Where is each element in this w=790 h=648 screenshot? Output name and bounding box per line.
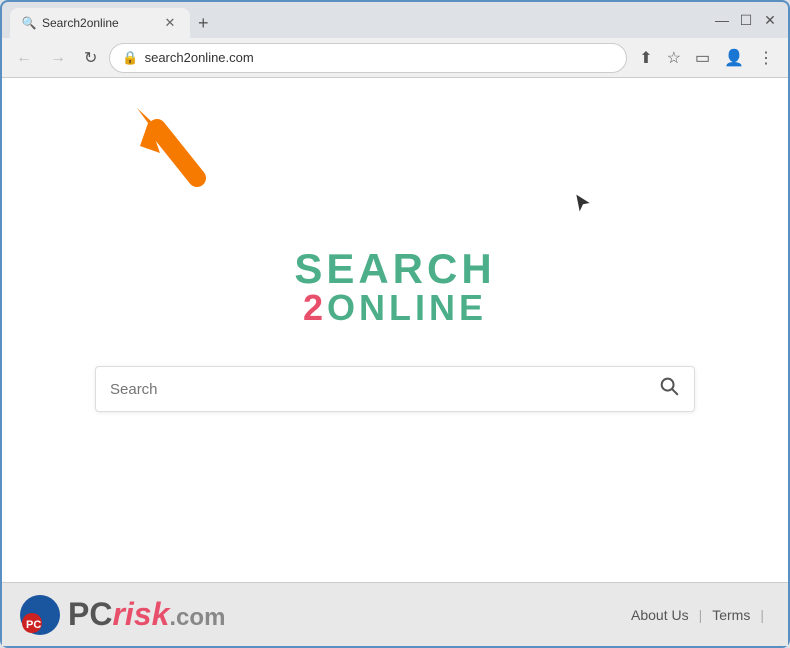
pcrisk-logo: PC PCrisk.com xyxy=(18,593,225,637)
refresh-button[interactable]: ↻ xyxy=(78,44,103,72)
footer-bar: PC PCrisk.com About Us | Terms | xyxy=(2,582,788,646)
profile-button[interactable]: 👤 xyxy=(718,44,750,72)
tab-close-button[interactable]: ✕ xyxy=(162,15,178,31)
footer-divider-2: | xyxy=(760,607,764,623)
pcrisk-text: PCrisk.com xyxy=(68,596,225,633)
extension-button[interactable]: ▭ xyxy=(689,44,716,72)
tab-title: Search2online xyxy=(42,16,119,30)
tab-favicon-icon: 🔍 xyxy=(22,16,36,30)
footer-links: About Us | Terms | xyxy=(631,607,764,623)
arrow-annotation xyxy=(122,98,212,193)
about-us-link[interactable]: About Us xyxy=(631,607,689,623)
menu-button[interactable]: ⋮ xyxy=(752,44,780,72)
search-button[interactable] xyxy=(658,375,680,403)
address-bar-row: ← → ↻ 🔒 ⬆ ☆ ▭ 👤 ⋮ xyxy=(2,38,788,78)
lock-icon: 🔒 xyxy=(122,50,138,66)
logo-online: ONLINE xyxy=(327,287,487,328)
toolbar-icons: ⬆ ☆ ▭ 👤 ⋮ xyxy=(633,44,780,72)
address-bar[interactable]: 🔒 xyxy=(109,43,627,73)
active-tab[interactable]: 🔍 Search2online ✕ xyxy=(10,8,190,38)
logo-search-text: SEARCH xyxy=(294,248,495,290)
cursor xyxy=(573,193,593,218)
svg-text:PC: PC xyxy=(26,619,41,631)
page-content: SEARCH 2ONLINE xyxy=(2,78,788,582)
minimize-button[interactable]: — xyxy=(712,10,732,30)
dotcom-text: .com xyxy=(169,604,225,631)
logo-2online-text: 2ONLINE xyxy=(303,290,487,326)
search-box xyxy=(95,366,695,412)
risk-text: risk xyxy=(112,596,169,632)
terms-link[interactable]: Terms xyxy=(712,607,750,623)
title-bar: 🔍 Search2online ✕ + — ☐ ✕ xyxy=(2,2,788,38)
window-controls: — ☐ ✕ xyxy=(712,10,780,30)
pc-text: PC xyxy=(68,596,112,632)
back-button[interactable]: ← xyxy=(10,45,38,71)
browser-window: 🔍 Search2online ✕ + — ☐ ✕ ← → ↻ 🔒 ⬆ ☆ ▭ … xyxy=(0,0,790,648)
share-button[interactable]: ⬆ xyxy=(633,44,658,72)
tab-bar: 🔍 Search2online ✕ + xyxy=(10,2,704,38)
logo-2: 2 xyxy=(303,287,327,328)
footer-divider-1: | xyxy=(699,607,703,623)
bookmark-button[interactable]: ☆ xyxy=(661,44,687,72)
new-tab-button[interactable]: + xyxy=(190,9,217,38)
forward-button[interactable]: → xyxy=(44,45,72,71)
maximize-button[interactable]: ☐ xyxy=(736,10,756,30)
url-input[interactable] xyxy=(145,50,615,65)
logo: SEARCH 2ONLINE xyxy=(294,248,495,326)
pcrisk-icon: PC xyxy=(18,593,62,637)
search-input[interactable] xyxy=(110,381,658,398)
close-button[interactable]: ✕ xyxy=(760,10,780,30)
